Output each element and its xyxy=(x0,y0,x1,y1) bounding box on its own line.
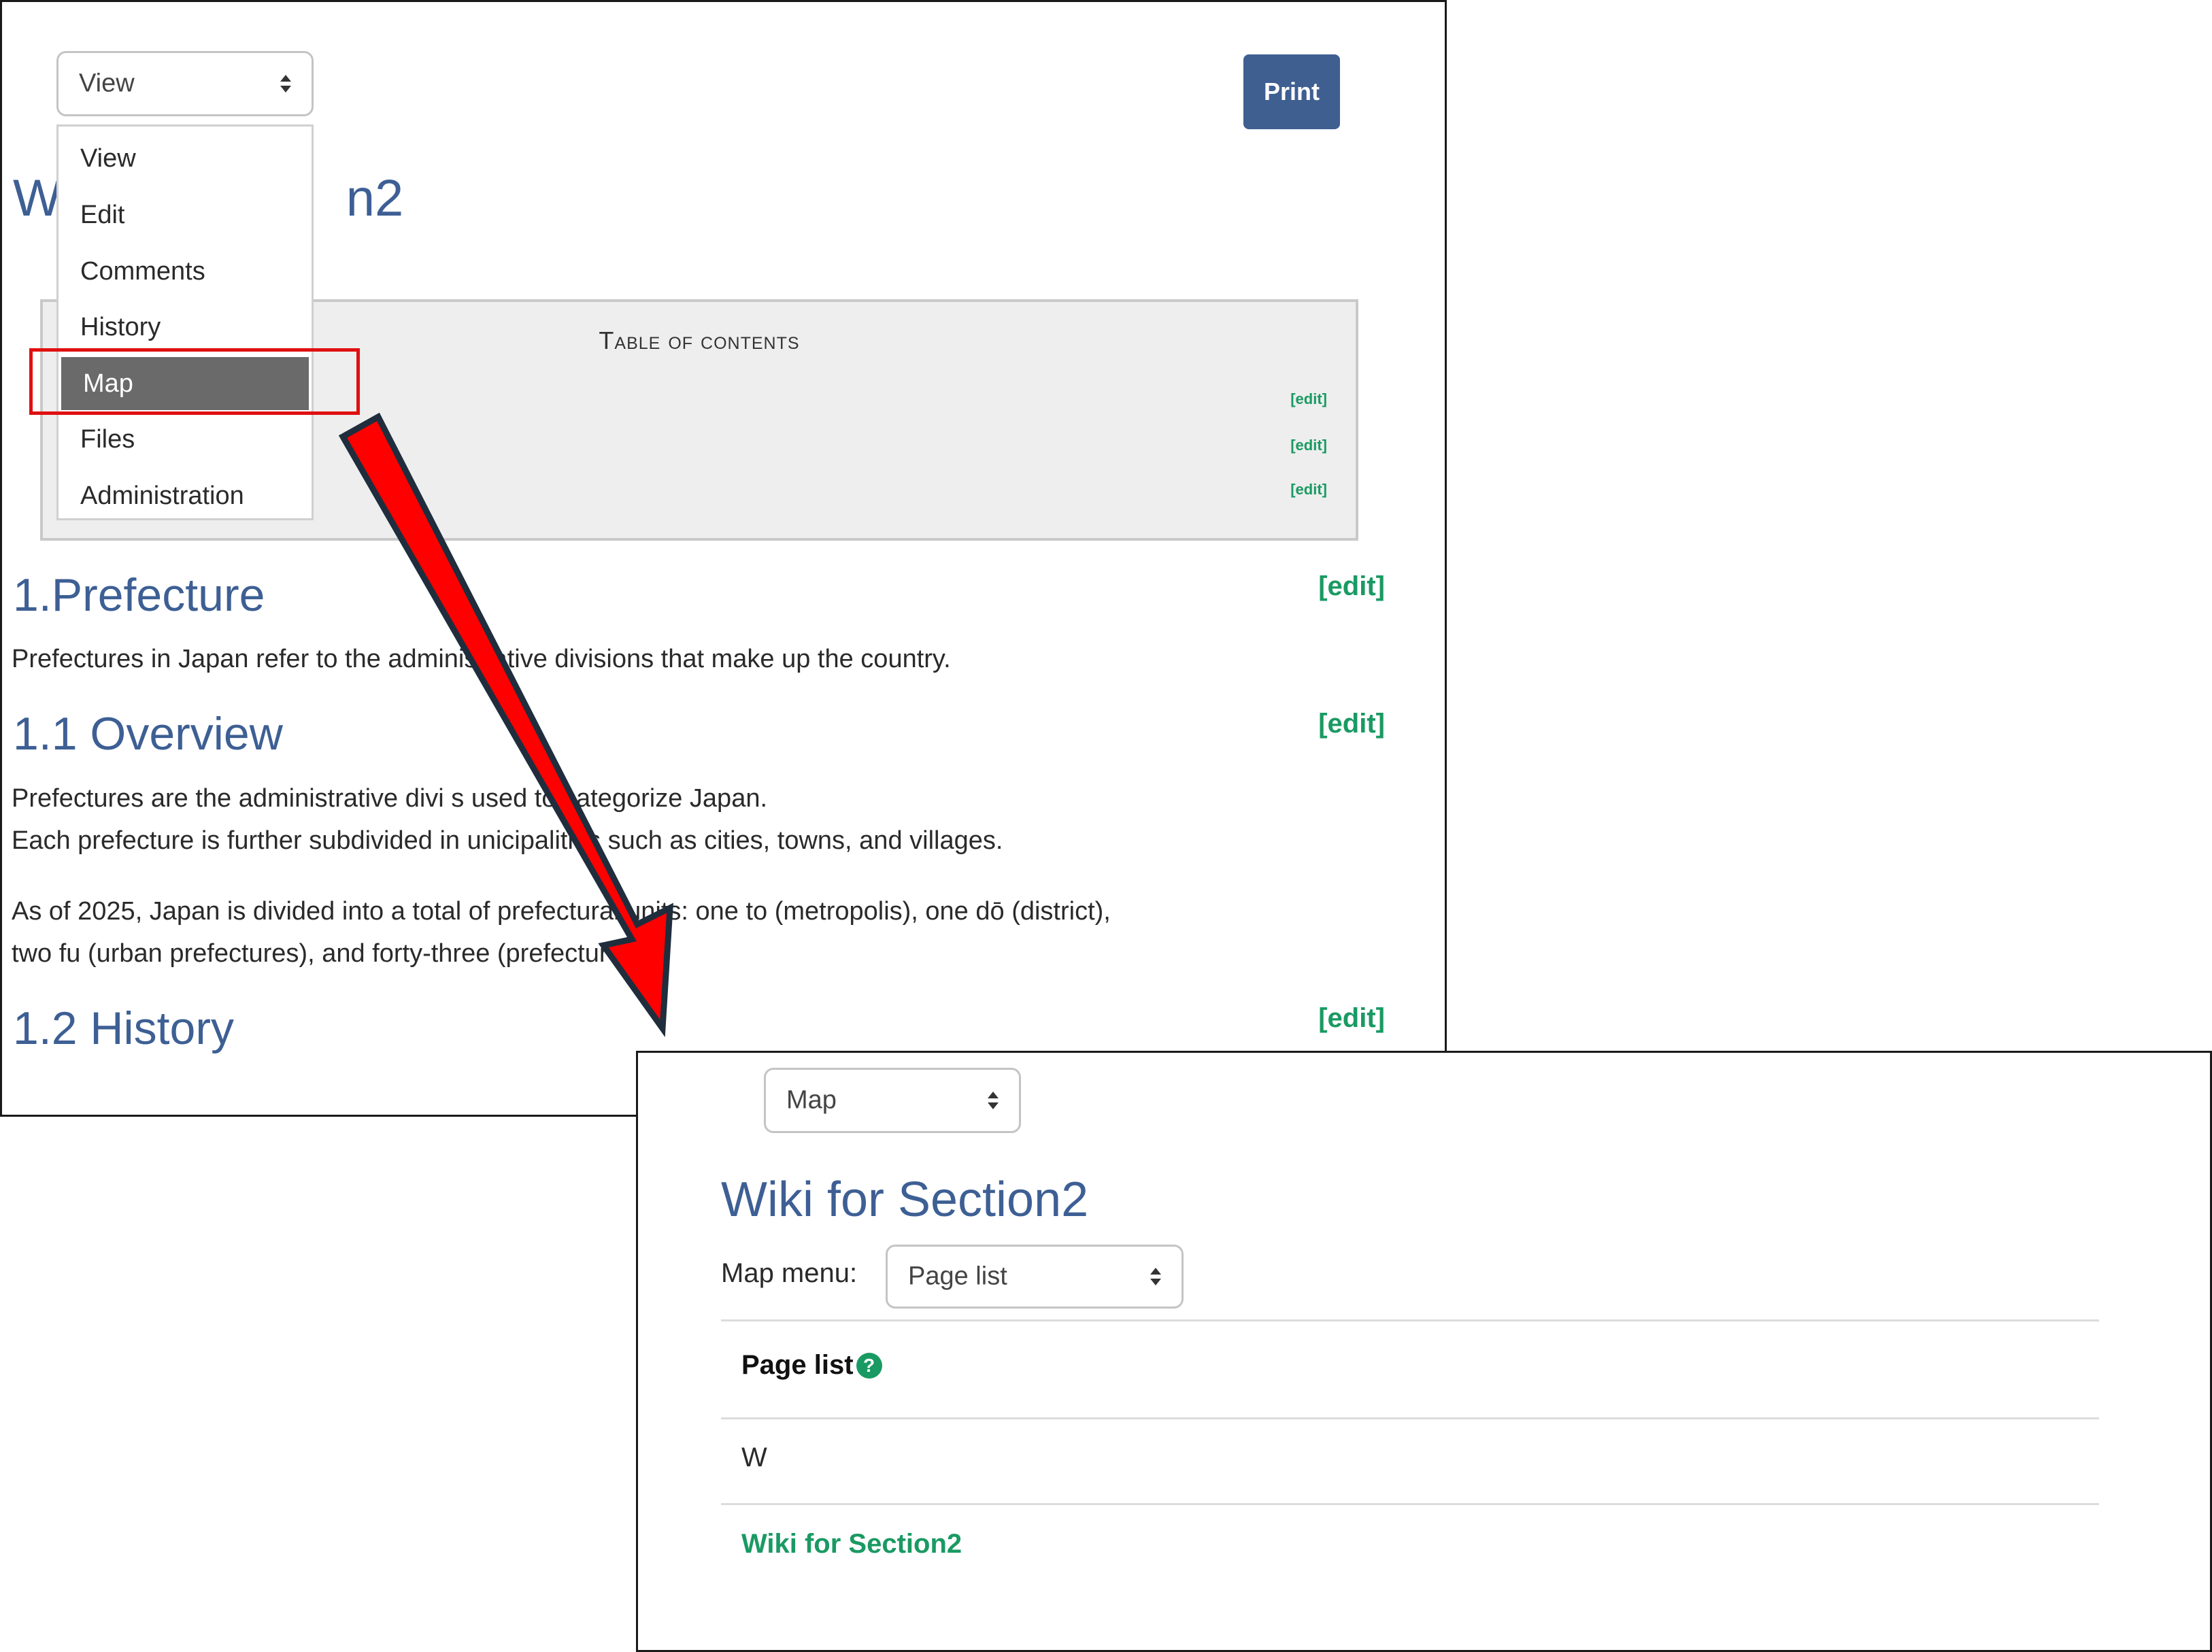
dropdown-option-view[interactable]: View xyxy=(58,132,312,185)
section-edit-link[interactable]: [edit] xyxy=(1318,1003,1385,1034)
select-arrows-icon xyxy=(280,75,291,92)
section-edit-link[interactable]: [edit] xyxy=(1318,571,1385,602)
view-mode-select-value: View xyxy=(79,69,135,98)
dropdown-option-administration[interactable]: Administration xyxy=(58,469,312,522)
page-list-header-label: Page list xyxy=(741,1350,854,1380)
paragraph: Prefectures in Japan refer to the admini… xyxy=(12,645,951,673)
view-mode-select[interactable]: View xyxy=(56,51,314,116)
paragraph: Each prefecture is further subdivided in… xyxy=(12,826,1003,855)
divider xyxy=(721,1417,2099,1419)
help-icon[interactable]: ? xyxy=(856,1352,882,1379)
select-arrows-icon xyxy=(1150,1268,1161,1285)
select-arrows-icon xyxy=(988,1092,999,1109)
page-title: Wiki for Section2 xyxy=(721,1173,1089,1227)
view-mode-select[interactable]: Map xyxy=(764,1068,1021,1133)
section-edit-link[interactable]: [edit] xyxy=(1318,709,1385,739)
section-heading-overview: 1.1 Overview xyxy=(13,708,283,760)
divider xyxy=(721,1319,2099,1321)
dropdown-option-files[interactable]: Files xyxy=(58,413,312,466)
wiki-view-screenshot: View Print Wn2 Table of contents [edit] … xyxy=(0,0,1447,1117)
page-link[interactable]: Wiki for Section2 xyxy=(741,1529,962,1560)
map-menu-select-value: Page list xyxy=(908,1262,1007,1291)
dropdown-option-comments[interactable]: Comments xyxy=(58,245,312,298)
divider xyxy=(721,1503,2099,1505)
paragraph: Prefectures are the administrative divi … xyxy=(12,784,768,813)
toc-edit-link[interactable]: [edit] xyxy=(1290,437,1327,454)
view-mode-dropdown-menu: View Edit Comments History Map Files Adm… xyxy=(56,124,314,520)
page-list-header: Page list ? xyxy=(741,1350,882,1381)
map-menu-select[interactable]: Page list xyxy=(886,1245,1184,1309)
paragraph: two fu (urban prefectures), and forty-th… xyxy=(12,939,651,968)
wiki-map-screenshot: Map Wiki for Section2 Map menu: Page lis… xyxy=(636,1051,2212,1652)
dropdown-option-history[interactable]: History xyxy=(58,301,312,354)
paragraph: As of 2025, Japan is divided into a tota… xyxy=(12,897,1111,926)
index-letter: W xyxy=(741,1443,767,1472)
highlight-box-map-option xyxy=(29,348,360,415)
view-mode-select-value: Map xyxy=(786,1085,837,1115)
section-heading-history: 1.2 History xyxy=(13,1002,234,1054)
map-menu-label: Map menu: xyxy=(721,1258,858,1288)
toc-edit-link[interactable]: [edit] xyxy=(1290,390,1327,408)
section-heading-prefecture: 1.Prefecture xyxy=(13,569,265,621)
dropdown-option-edit[interactable]: Edit xyxy=(58,188,312,241)
print-button[interactable]: Print xyxy=(1243,54,1340,129)
toc-edit-link[interactable]: [edit] xyxy=(1290,481,1327,499)
